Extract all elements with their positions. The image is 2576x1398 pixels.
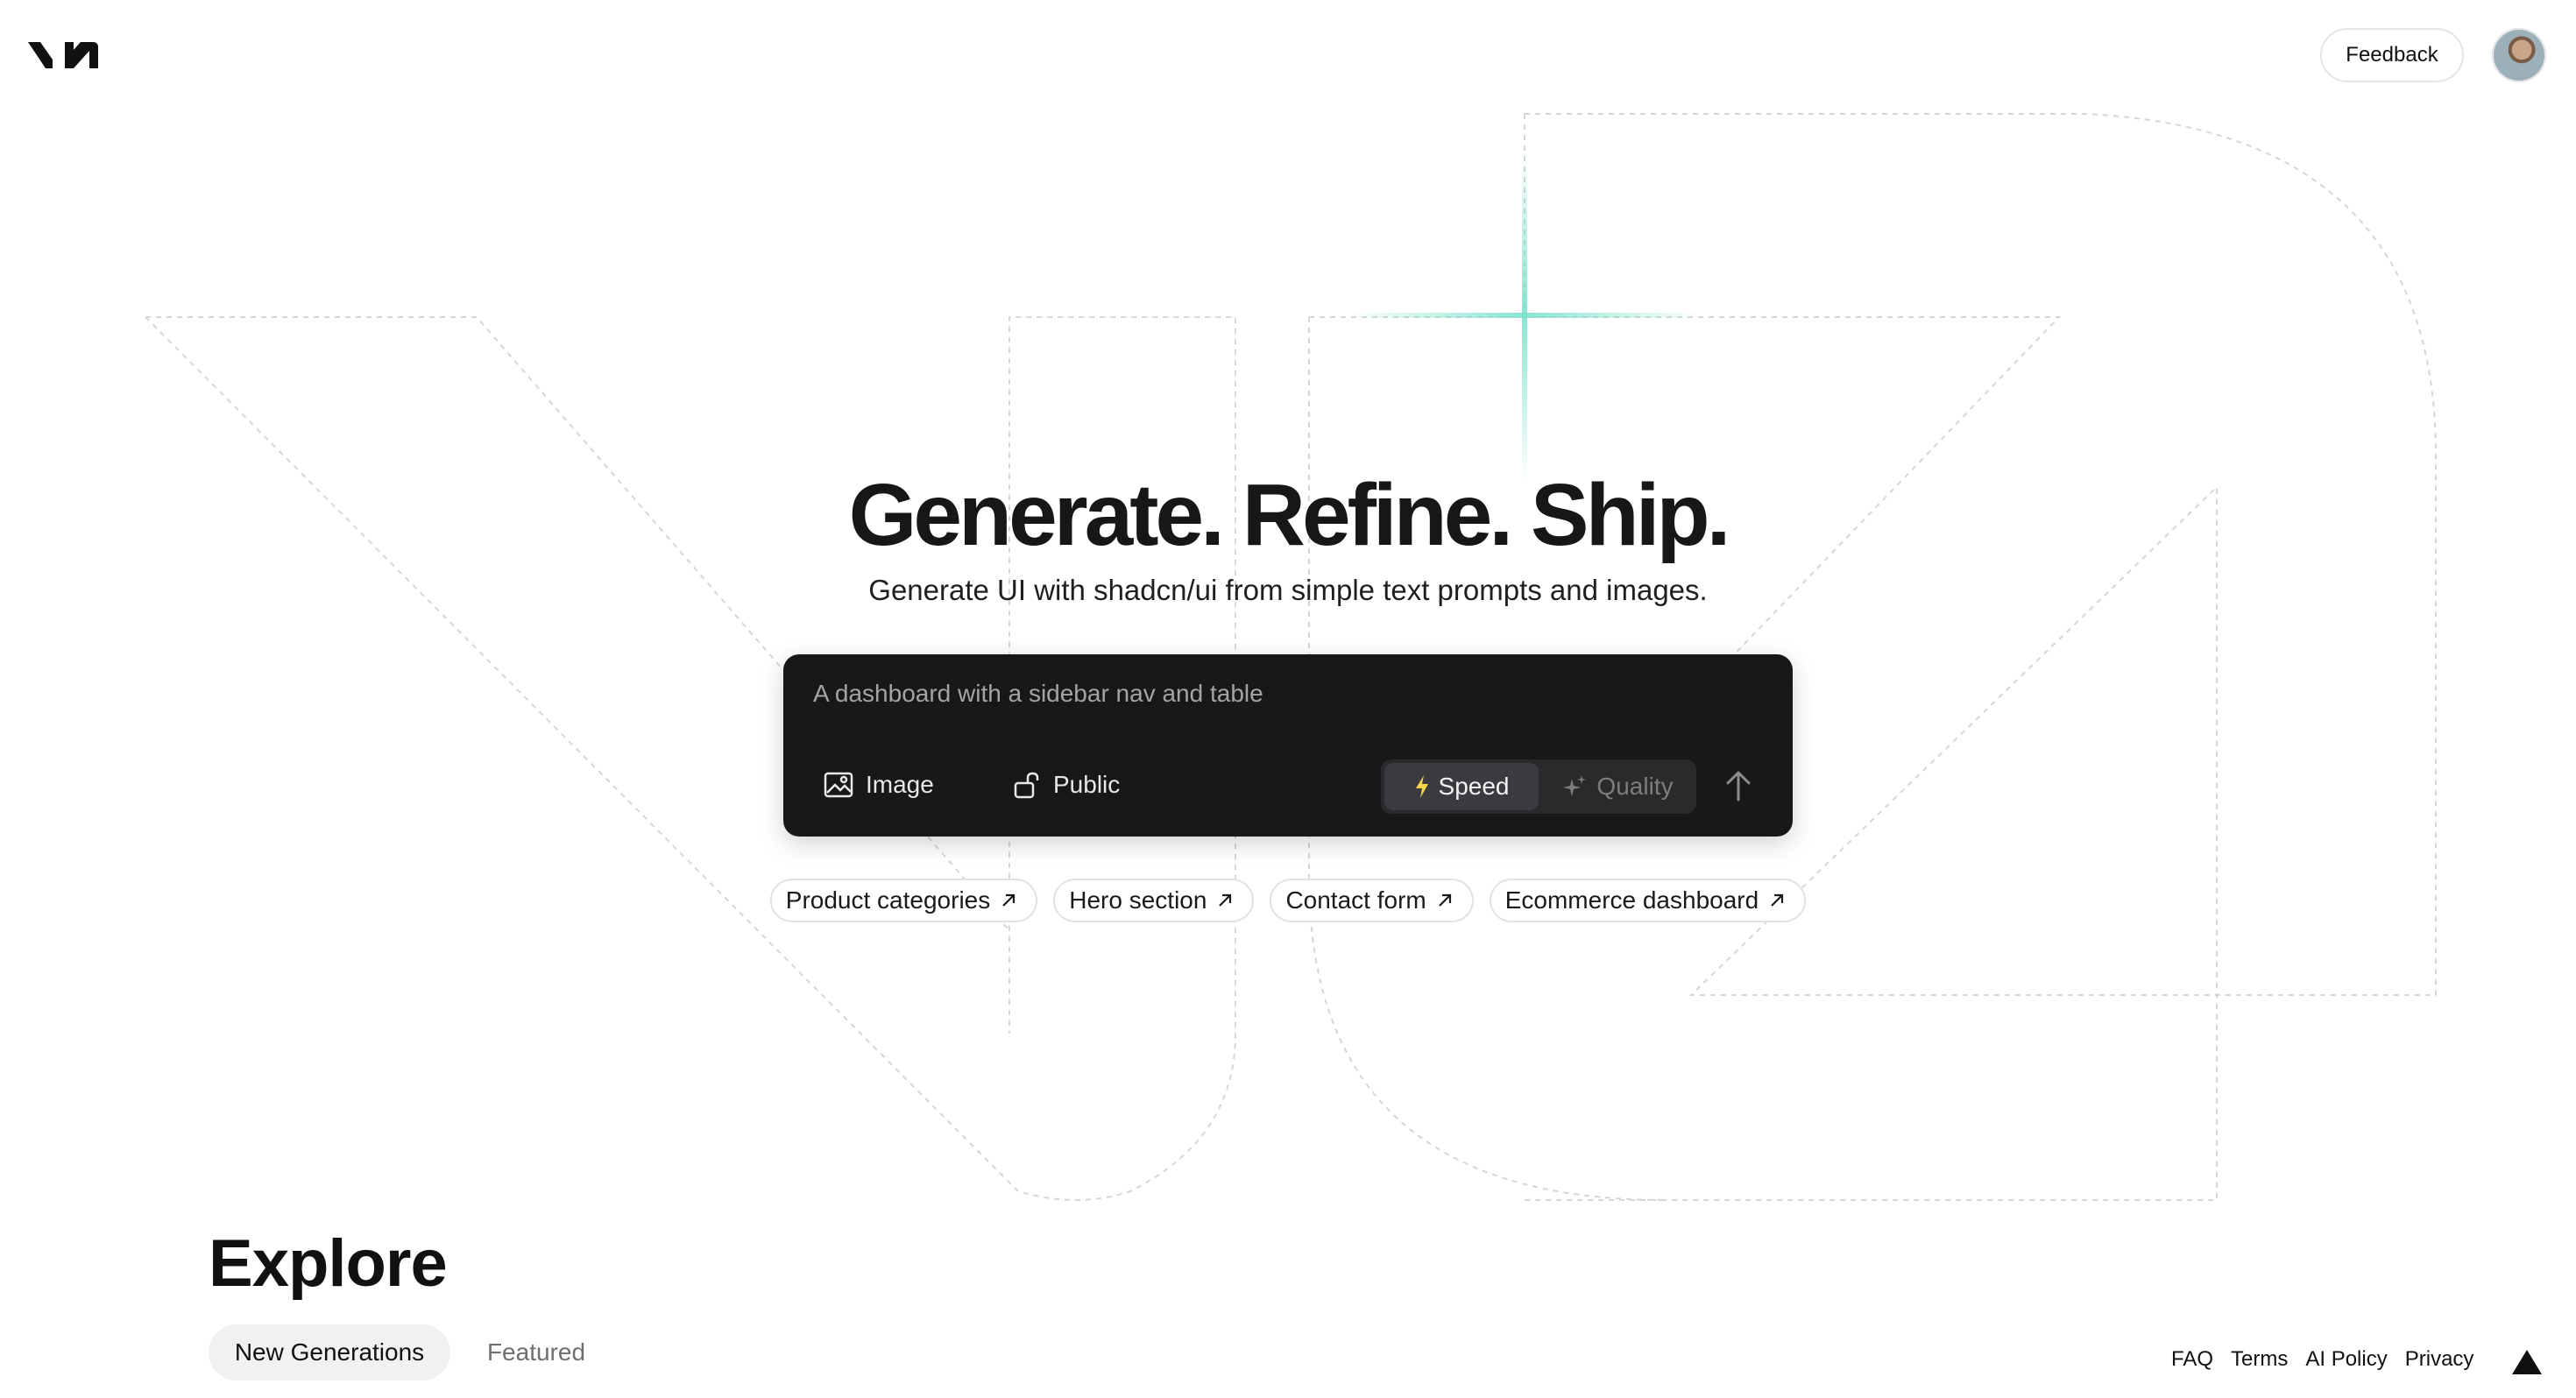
suggestion-chip[interactable]: Ecommerce dashboard	[1489, 879, 1807, 922]
tab-featured[interactable]: Featured	[468, 1324, 605, 1380]
unlock-icon	[1014, 772, 1039, 799]
arrow-up-right-icon	[1438, 893, 1451, 907]
send-button[interactable]	[1716, 763, 1761, 808]
suggestion-chip[interactable]: Hero section	[1053, 879, 1255, 922]
arrow-up-icon	[1726, 771, 1751, 801]
suggestion-chip-label: Contact form	[1285, 886, 1426, 914]
quality-label: Quality	[1596, 773, 1674, 800]
explore-heading: Explore	[209, 1226, 448, 1301]
feedback-button[interactable]: Feedback	[2320, 28, 2464, 82]
suggestion-chip-label: Ecommerce dashboard	[1504, 886, 1759, 914]
image-icon	[824, 772, 853, 798]
suggestion-chips: Product categories Hero section Contact …	[0, 879, 2576, 922]
prompt-input[interactable]	[811, 672, 1761, 716]
footer-link-faq[interactable]: FAQ	[2171, 1347, 2213, 1372]
suggestion-chip-label: Product categories	[785, 886, 991, 914]
hero-subtitle: Generate UI with shadcn/ui from simple t…	[868, 574, 1708, 606]
image-button-label: Image	[866, 771, 934, 798]
speed-mode-option[interactable]: Speed	[1384, 763, 1539, 810]
lightning-icon	[1415, 775, 1428, 798]
footer-link-terms[interactable]: Terms	[2231, 1347, 2288, 1372]
speed-label: Speed	[1438, 773, 1510, 800]
tab-new-generations[interactable]: New Generations	[209, 1324, 450, 1380]
quality-mode-option[interactable]: Quality	[1542, 763, 1693, 810]
suggestion-chip-label: Hero section	[1069, 886, 1207, 914]
suggestion-chip[interactable]: Product categories	[769, 879, 1038, 922]
public-button-label: Public	[1053, 771, 1121, 798]
page: Feedback Generate. Refine. Ship. Generat…	[0, 0, 2576, 1398]
suggestion-chip[interactable]: Contact form	[1270, 879, 1474, 922]
avatar[interactable]	[2492, 28, 2546, 82]
prompt-box: Image Public Speed Quality	[783, 654, 1793, 837]
vercel-triangle-icon[interactable]	[2511, 1349, 2543, 1375]
arrow-up-right-icon	[1771, 893, 1784, 907]
image-upload-button[interactable]: Image	[813, 758, 945, 812]
footer-link-ai-policy[interactable]: AI Policy	[2305, 1347, 2387, 1372]
footer-links: FAQ Terms AI Policy Privacy	[2171, 1347, 2473, 1372]
hero-title: Generate. Refine. Ship.	[848, 466, 1731, 564]
public-toggle-button[interactable]: Public	[1002, 758, 1130, 812]
v0-logo-icon[interactable]	[26, 33, 100, 77]
sparkles-icon	[1563, 775, 1587, 796]
arrow-up-right-icon	[1219, 893, 1232, 907]
mode-toggle: Speed Quality	[1381, 759, 1696, 814]
footer-link-privacy[interactable]: Privacy	[2405, 1347, 2474, 1372]
arrow-up-right-icon	[1002, 893, 1016, 907]
